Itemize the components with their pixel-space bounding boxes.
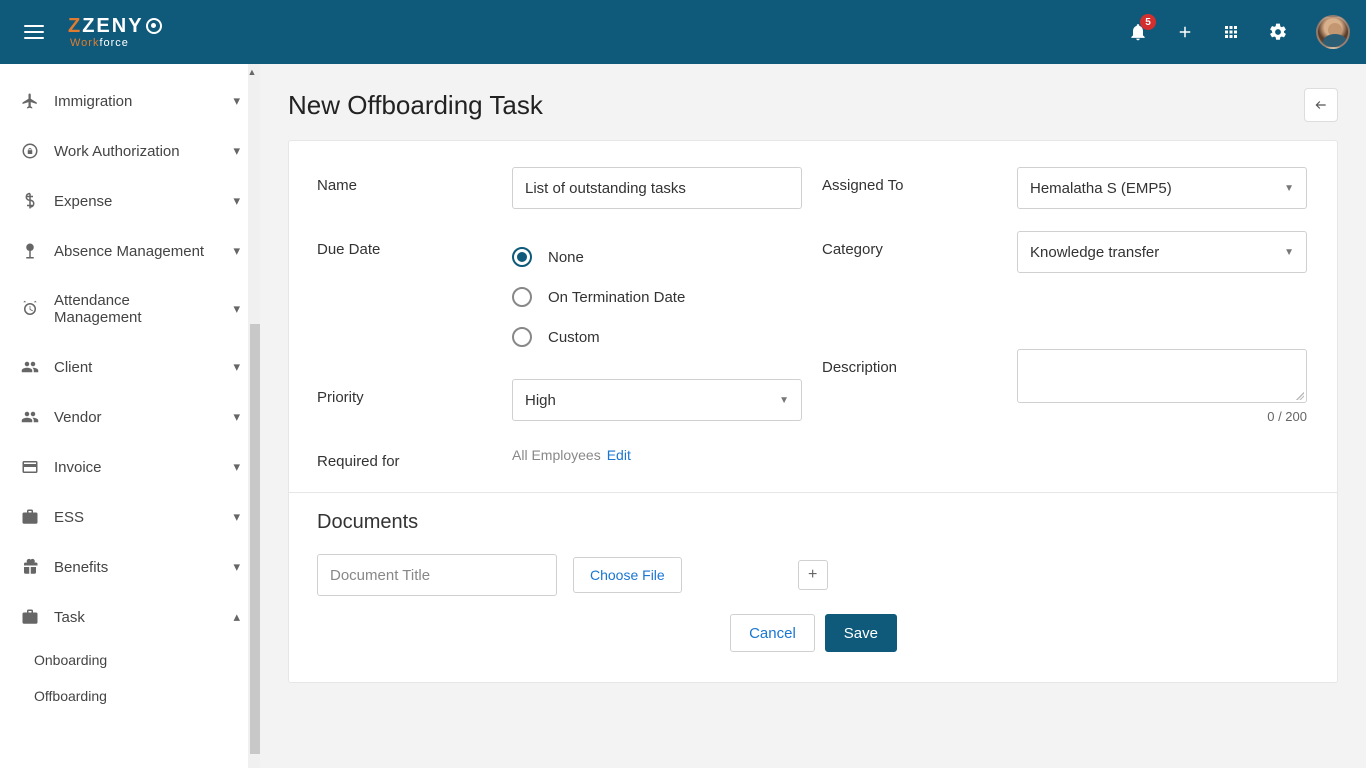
form-card: Name List of outstanding tasks Due Date [288,140,1338,683]
sidebar-item-absence-management[interactable]: Absence Management ▾ [0,226,260,276]
chevron-up-icon: ▴ [233,609,240,625]
clock-icon [20,300,40,318]
sidebar-subitem-offboarding[interactable]: Offboarding [0,678,260,714]
priority-label: Priority [317,379,512,421]
choose-file-button[interactable]: Choose File [573,557,682,593]
due-date-radio-group: None On Termination Date Custom [512,231,802,357]
page-title: New Offboarding Task [288,90,543,121]
name-label: Name [317,167,512,209]
required-for-edit-link[interactable]: Edit [607,447,631,463]
briefcase-icon [20,608,40,626]
chevron-down-icon: ▾ [233,143,240,159]
people-icon [20,358,40,376]
plane-icon [20,92,40,110]
apps-grid-button[interactable] [1222,23,1240,41]
sidebar-item-ess[interactable]: ESS ▾ [0,492,260,542]
sidebar-item-label: Work Authorization [54,143,219,160]
chevron-down-icon: ▾ [233,559,240,575]
scroll-up-arrow[interactable]: ▲ [246,66,258,78]
sidebar-item-label: Expense [54,193,219,210]
menu-toggle-button[interactable] [16,17,52,47]
sidebar-scrollbar-thumb[interactable] [250,324,260,754]
sidebar-item-benefits[interactable]: Benefits ▾ [0,542,260,592]
logo-eye-icon [146,18,162,34]
sidebar-item-vendor[interactable]: Vendor ▾ [0,392,260,442]
document-title-input[interactable]: Document Title [317,554,557,596]
sidebar-item-immigration[interactable]: Immigration ▾ [0,76,260,126]
name-input[interactable]: List of outstanding tasks [512,167,802,209]
app-logo: ZZENY Workforce [68,16,162,49]
sidebar-item-task[interactable]: Task ▴ [0,592,260,642]
chevron-down-icon: ▾ [233,301,240,317]
radio-on-termination[interactable]: On Termination Date [512,277,802,317]
radio-icon [512,287,532,307]
caret-down-icon: ▼ [1284,247,1294,258]
settings-button[interactable] [1268,22,1288,42]
sidebar-item-label: Attendance Management [54,292,219,326]
sidebar-item-label: Absence Management [54,243,219,260]
sidebar-item-invoice[interactable]: Invoice ▾ [0,442,260,492]
notification-badge: 5 [1140,14,1156,30]
sidebar-item-label: Task [54,609,219,626]
sidebar-item-label: Client [54,359,219,376]
radio-icon [512,247,532,267]
assigned-to-select[interactable]: Hemalatha S (EMP5) ▼ [1017,167,1307,209]
description-label: Description [822,349,1017,424]
briefcase-icon [20,508,40,526]
sidebar-item-label: Vendor [54,409,219,426]
globe-lock-icon [20,142,40,160]
radio-custom[interactable]: Custom [512,317,802,357]
add-document-button[interactable]: + [798,560,828,590]
radio-none[interactable]: None [512,237,802,277]
chevron-down-icon: ▾ [233,459,240,475]
category-label: Category [822,231,1017,273]
notifications-button[interactable]: 5 [1128,22,1148,42]
description-textarea[interactable] [1017,349,1307,403]
sidebar-item-attendance-management[interactable]: Attendance Management ▾ [0,276,260,342]
chevron-down-icon: ▾ [233,193,240,209]
sidebar-scrollbar-track[interactable]: ▲ [248,64,260,768]
add-button[interactable] [1176,23,1194,41]
tree-icon [20,242,40,260]
category-select[interactable]: Knowledge transfer ▼ [1017,231,1307,273]
sidebar-item-label: Immigration [54,93,219,110]
sidebar-item-work-authorization[interactable]: Work Authorization ▾ [0,126,260,176]
sidebar-item-label: Benefits [54,559,219,576]
sidebar-subitem-onboarding[interactable]: Onboarding [0,642,260,678]
description-char-count: 0 / 200 [1017,409,1307,424]
chevron-down-icon: ▾ [233,509,240,525]
save-button[interactable]: Save [825,614,897,652]
sidebar-nav: Immigration ▾ Work Authorization ▾ Expen… [0,64,260,768]
card-icon [20,458,40,476]
sidebar-item-client[interactable]: Client ▾ [0,342,260,392]
priority-select[interactable]: High ▼ [512,379,802,421]
due-date-label: Due Date [317,231,512,357]
required-for-label: Required for [317,443,512,470]
back-button[interactable] [1304,88,1338,122]
dollar-icon [20,192,40,210]
documents-title: Documents [317,511,1309,534]
caret-down-icon: ▼ [779,395,789,406]
sidebar-item-label: ESS [54,509,219,526]
user-avatar[interactable] [1316,15,1350,49]
content-area: New Offboarding Task Name List of outsta… [260,64,1366,768]
assigned-to-label: Assigned To [822,167,1017,209]
gift-icon [20,558,40,576]
chevron-down-icon: ▾ [233,409,240,425]
radio-icon [512,327,532,347]
cancel-button[interactable]: Cancel [730,614,815,652]
people-icon [20,408,40,426]
caret-down-icon: ▼ [1284,183,1294,194]
required-for-value: All Employees [512,447,601,463]
sidebar-item-label: Invoice [54,459,219,476]
chevron-down-icon: ▾ [233,243,240,259]
sidebar-item-expense[interactable]: Expense ▾ [0,176,260,226]
chevron-down-icon: ▾ [233,93,240,109]
logo-text: ZENY [82,16,143,36]
chevron-down-icon: ▾ [233,359,240,375]
app-header: ZZENY Workforce 5 [0,0,1366,64]
